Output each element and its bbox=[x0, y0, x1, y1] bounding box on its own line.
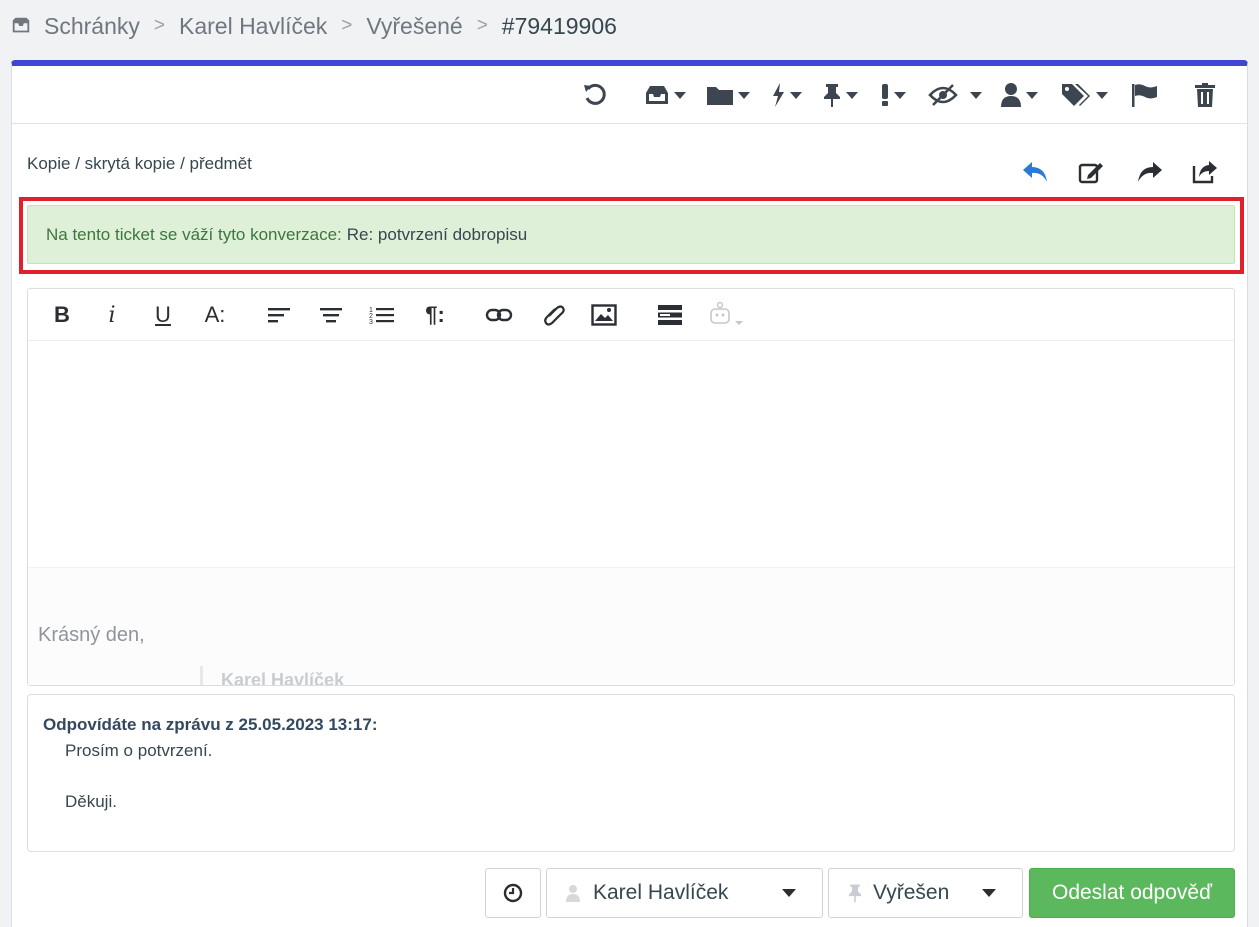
editor-text-area[interactable] bbox=[28, 341, 1234, 567]
related-conversation-link[interactable]: Re: potvrzení dobropisu bbox=[347, 225, 528, 245]
chevron-down-icon bbox=[782, 889, 796, 897]
tags-button[interactable] bbox=[1060, 80, 1108, 110]
edit-button[interactable] bbox=[1078, 160, 1106, 189]
flag-button[interactable] bbox=[1130, 80, 1158, 110]
assignee-value: Karel Havlíček bbox=[593, 881, 729, 904]
svg-text:3: 3 bbox=[369, 319, 373, 325]
clock-icon bbox=[503, 883, 523, 903]
flag-icon bbox=[1132, 84, 1157, 107]
assign-user-button[interactable] bbox=[1000, 80, 1038, 110]
user-icon bbox=[1001, 83, 1021, 107]
user-icon bbox=[566, 885, 580, 902]
breadcrumb-separator: > bbox=[341, 15, 353, 36]
breadcrumb: Schránky > Karel Havlíček > Vyřešené > #… bbox=[10, 10, 617, 42]
pin-button[interactable] bbox=[822, 80, 858, 110]
breadcrumb-owner[interactable]: Karel Havlíček bbox=[179, 13, 327, 40]
paragraph-icon[interactable]: ¶: bbox=[420, 302, 450, 328]
cc-bcc-subject-link[interactable]: Kopie / skrytá kopie / předmět bbox=[27, 154, 252, 174]
refresh-icon bbox=[584, 83, 606, 105]
breadcrumb-folder[interactable]: Vyřešené bbox=[366, 13, 462, 40]
align-center-icon[interactable] bbox=[318, 302, 344, 328]
signature-greeting: Krásný den, bbox=[38, 624, 145, 646]
forward-button[interactable] bbox=[1136, 160, 1164, 189]
reply-editor: B i U A: 123 ¶: Krásný den, Karel Havlíč… bbox=[27, 288, 1235, 686]
italic-icon[interactable]: i bbox=[102, 302, 122, 328]
attachment-icon[interactable] bbox=[540, 302, 568, 328]
related-conversations-alert: Na tento ticket se váží tyto konverzace:… bbox=[27, 205, 1235, 264]
eye-slash-icon bbox=[928, 84, 958, 106]
align-left-icon[interactable] bbox=[266, 302, 292, 328]
replying-to-box: Odpovídáte na zprávu z 25.05.2023 13:17:… bbox=[27, 694, 1235, 852]
robot-icon[interactable] bbox=[706, 301, 748, 328]
underline-icon[interactable]: U bbox=[150, 302, 176, 328]
breadcrumb-ticket: #79419906 bbox=[501, 12, 617, 39]
action-button[interactable] bbox=[770, 80, 802, 110]
template-icon[interactable] bbox=[656, 302, 684, 328]
pin-icon bbox=[848, 884, 862, 903]
visibility-button[interactable] bbox=[928, 80, 982, 110]
priority-button[interactable] bbox=[880, 80, 906, 110]
ticket-toolbar bbox=[12, 66, 1247, 124]
schedule-button[interactable] bbox=[485, 868, 541, 918]
edit-icon bbox=[1078, 163, 1103, 184]
ticket-panel: Kopie / skrytá kopie / předmět Na tento … bbox=[11, 60, 1248, 927]
trash-icon bbox=[1195, 83, 1215, 107]
chevron-down-icon bbox=[982, 889, 996, 897]
folder-button[interactable] bbox=[706, 80, 750, 110]
signature-name: Karel Havlíček bbox=[221, 670, 345, 686]
quoted-line: Děkuji. bbox=[65, 792, 117, 811]
editor-toolbar: B i U A: 123 ¶: bbox=[28, 289, 1234, 341]
quoted-line: Prosím o potvrzení. bbox=[65, 741, 213, 760]
status-value: Vyřešen bbox=[873, 881, 950, 904]
signature-quote-bar bbox=[200, 666, 203, 685]
move-inbox-button[interactable] bbox=[644, 80, 686, 110]
inbox-icon[interactable] bbox=[10, 15, 32, 37]
bolt-icon bbox=[773, 83, 784, 107]
refresh-button[interactable] bbox=[582, 80, 608, 110]
breadcrumb-separator: > bbox=[476, 15, 488, 36]
assignee-select[interactable]: Karel Havlíček bbox=[546, 868, 823, 918]
reply-icon bbox=[1023, 162, 1047, 182]
replying-to-title: Odpovídáte na zprávu z 25.05.2023 13:17: bbox=[43, 715, 378, 734]
share-button[interactable] bbox=[1192, 160, 1220, 189]
font-size-icon[interactable]: A: bbox=[200, 302, 230, 328]
link-icon[interactable] bbox=[484, 302, 514, 328]
send-reply-button[interactable]: Odeslat odpověď bbox=[1029, 868, 1235, 918]
folder-icon bbox=[707, 87, 733, 105]
exclamation-icon bbox=[882, 84, 888, 106]
alert-text: Na tento ticket se váží tyto konverzace: bbox=[46, 224, 342, 244]
status-select[interactable]: Vyřešen bbox=[828, 868, 1023, 918]
breadcrumb-root[interactable]: Schránky bbox=[44, 13, 140, 40]
delete-button[interactable] bbox=[1194, 80, 1216, 110]
share-icon bbox=[1192, 161, 1217, 184]
editor-signature[interactable]: Krásný den, Karel Havlíček bbox=[28, 567, 1234, 686]
image-icon[interactable] bbox=[590, 302, 618, 328]
breadcrumb-separator: > bbox=[153, 15, 165, 36]
tags-icon bbox=[1062, 84, 1090, 106]
bold-icon[interactable]: B bbox=[50, 302, 74, 328]
pin-icon bbox=[824, 84, 840, 107]
inbox-icon bbox=[646, 86, 668, 104]
ordered-list-icon[interactable]: 123 bbox=[368, 302, 396, 328]
forward-icon bbox=[1138, 162, 1162, 182]
reply-button[interactable] bbox=[1021, 160, 1049, 189]
